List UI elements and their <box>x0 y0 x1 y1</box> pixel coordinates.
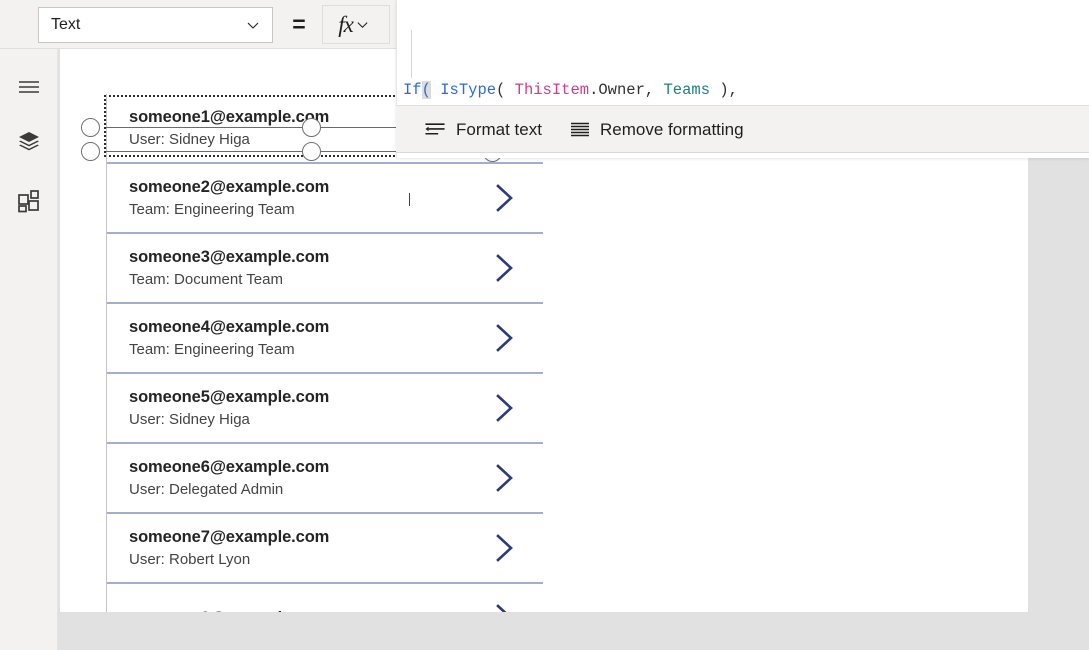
gallery-item-title: someone3@example.com <box>129 247 330 266</box>
gallery-item[interactable]: someone7@example.com User: Robert Lyon <box>107 514 543 584</box>
sidebar-item-tree-view[interactable] <box>13 125 45 157</box>
resize-handle-center-bottom[interactable] <box>302 142 321 161</box>
fx-icon: fx <box>338 12 354 37</box>
chevron-down-icon <box>246 18 260 32</box>
gallery-item-title: someone5@example.com <box>129 387 330 406</box>
formula-token: Teams <box>663 81 711 99</box>
gallery-item[interactable]: someone2@example.com Team: Engineering Te… <box>107 164 543 234</box>
chevron-right-icon[interactable] <box>491 321 517 355</box>
layers-tree-view-icon <box>17 130 41 152</box>
formula-token <box>431 81 440 99</box>
powerapps-studio: Text = fx If( IsType( ThisItem.Owner, Te… <box>0 0 1089 650</box>
formula-token: ( <box>421 81 431 99</box>
property-selector[interactable]: Text <box>38 7 273 43</box>
gallery-item[interactable]: someone6@example.com User: Delegated Admi… <box>107 444 543 514</box>
chevron-right-icon[interactable] <box>491 461 517 495</box>
sidebar-item-insert[interactable] <box>13 185 45 217</box>
gallery-item-subtitle: Team: Document Team <box>129 270 283 288</box>
format-text-button[interactable]: Format text <box>410 106 556 152</box>
gallery-item[interactable]: someone3@example.com Team: Document Team <box>107 234 543 304</box>
remove-formatting-button[interactable]: Remove formatting <box>556 106 758 152</box>
formula-token: ), <box>710 81 738 99</box>
gallery-item-subtitle: Team: Engineering Team <box>129 200 295 218</box>
left-navigation-rail <box>0 49 58 650</box>
chevron-right-icon[interactable] <box>491 601 517 612</box>
chevron-right-icon[interactable] <box>491 531 517 565</box>
gallery-item-title: someone6@example.com <box>129 457 330 476</box>
gallery-item[interactable]: someone8@example.com <box>107 584 543 612</box>
property-selector-value: Text <box>51 16 81 33</box>
gallery-item-title: someone4@example.com <box>129 317 330 336</box>
resize-handle-left-bottom[interactable] <box>81 142 100 161</box>
formula-token: If <box>403 81 422 99</box>
gallery-item[interactable]: someone5@example.com User: Sidney Higa <box>107 374 543 444</box>
remove-formatting-label: Remove formatting <box>599 119 744 139</box>
gallery-item-title: someone8@example.com <box>129 607 491 613</box>
gallery-item-text: someone8@example.com <box>129 607 491 613</box>
gallery-item-text: someone2@example.com Team: Engineering Te… <box>129 176 491 221</box>
sidebar-item-menu[interactable] <box>13 71 45 103</box>
gallery-item-text: someone6@example.com User: Delegated Admi… <box>129 456 491 501</box>
gallery-item-subtitle: Team: Engineering Team <box>129 340 295 358</box>
resize-handle-center-top[interactable] <box>302 118 321 137</box>
gallery-item-text: someone7@example.com User: Robert Lyon <box>129 526 491 571</box>
equals-sign: = <box>292 11 306 37</box>
formula-token: IsType <box>440 81 497 99</box>
formula-line: If( IsType( ThisItem.Owner, Teams ), <box>403 78 1079 102</box>
indent-guide <box>411 30 412 78</box>
gallery-item-subtitle: User: Sidney Higa <box>129 410 250 428</box>
chevron-down-icon <box>356 18 370 32</box>
gallery-item-title: someone7@example.com <box>129 527 330 546</box>
gallery-item-subtitle: User: Delegated Admin <box>129 480 284 498</box>
formula-token: .Owner, <box>589 81 664 99</box>
chevron-right-icon[interactable] <box>491 181 517 215</box>
gallery-item-title: someone2@example.com <box>129 177 330 196</box>
fx-expand-button[interactable]: fx <box>322 5 390 44</box>
formula-token: ( <box>496 81 515 99</box>
chevron-right-icon[interactable] <box>491 251 517 285</box>
gallery-item-text: someone4@example.com Team: Engineering Te… <box>129 316 491 361</box>
format-text-icon <box>424 121 446 138</box>
resize-handle-left-top[interactable] <box>81 118 100 137</box>
gallery-control[interactable]: someone1@example.com User: Sidney Higa som… <box>106 94 543 612</box>
hamburger-menu-icon <box>18 79 40 95</box>
grid-insert-icon <box>17 189 41 213</box>
formula-actions-bar: Format text Remove formatting <box>396 105 1089 153</box>
text-caret <box>409 193 410 206</box>
gallery-item-text: someone5@example.com User: Sidney Higa <box>129 386 491 431</box>
remove-formatting-icon <box>570 121 590 138</box>
gallery-item-text: someone3@example.com Team: Document Team <box>129 246 491 291</box>
format-text-label: Format text <box>456 119 542 139</box>
formula-token: ThisItem <box>514 81 590 99</box>
chevron-right-icon[interactable] <box>491 391 517 425</box>
gallery-item[interactable]: someone4@example.com Team: Engineering Te… <box>107 304 543 374</box>
gallery-item-subtitle: User: Robert Lyon <box>129 550 251 568</box>
